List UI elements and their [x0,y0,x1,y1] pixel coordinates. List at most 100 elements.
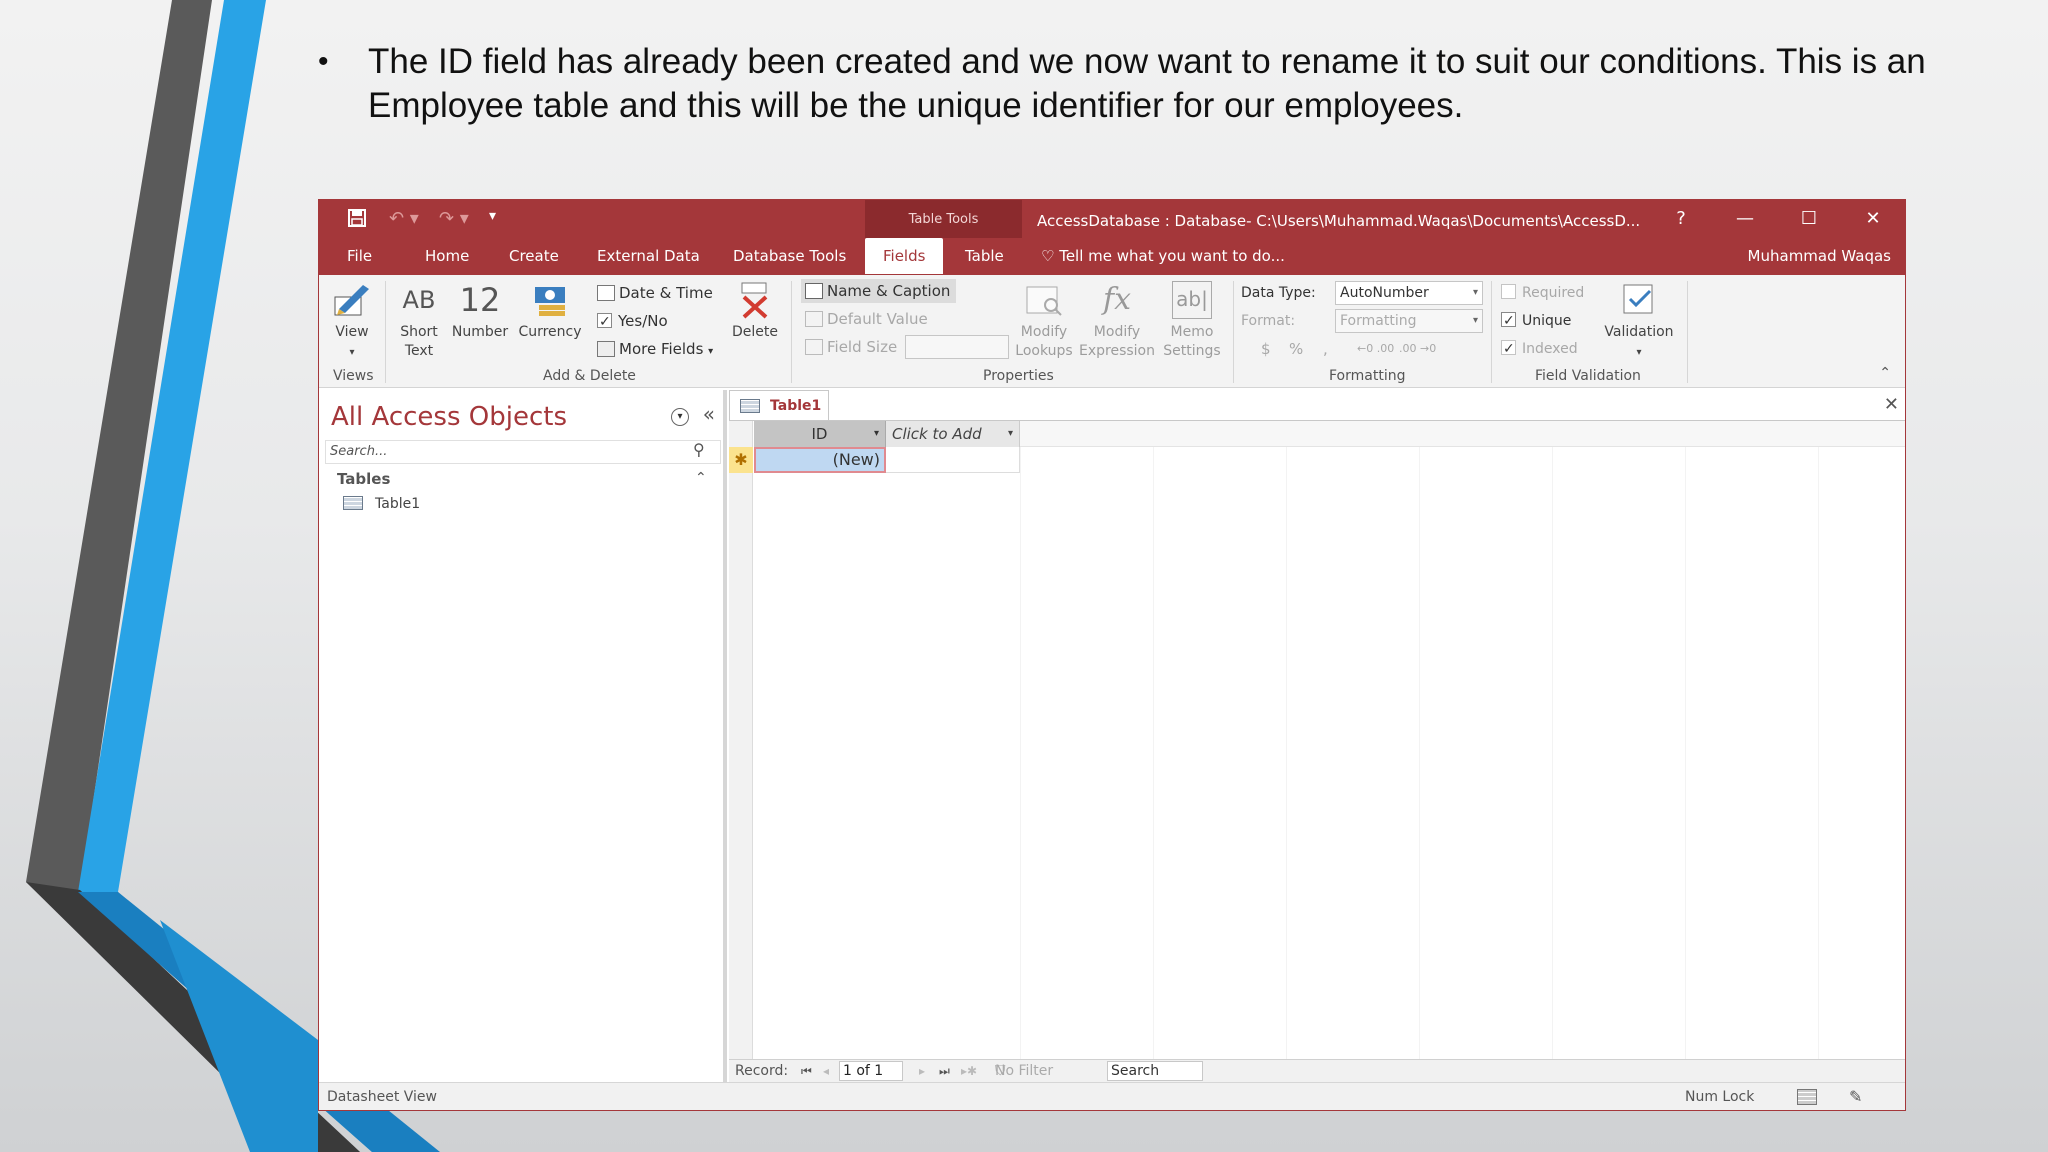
help-button[interactable]: ? [1661,206,1701,232]
percent-format-button[interactable]: % [1289,337,1303,361]
name-caption-button[interactable]: Name & Caption [801,279,957,303]
close-button[interactable]: ✕ [1853,206,1893,232]
tab-fields[interactable]: Fields [865,238,944,274]
currency-icon [535,287,565,316]
table-icon [740,399,760,413]
user-name[interactable]: Muhammad Waqas [1748,238,1891,274]
validation-label: Validation [1604,324,1674,340]
new-record-icon[interactable]: ✱ [729,447,753,473]
grid-line [1552,421,1553,1059]
format-select[interactable]: Formatting ▾ [1335,309,1483,333]
required-checkbox[interactable]: Required [1501,281,1584,305]
tab-file[interactable]: File [343,238,376,274]
next-record-icon[interactable]: ▸ [919,1060,925,1082]
save-icon[interactable] [347,208,367,233]
modify-expression-label: Modify Expression [1079,324,1155,359]
document-tab-table1[interactable]: Table1 [729,390,829,420]
group-field-validation-label: Field Validation [1535,368,1641,384]
currency-button[interactable]: Currency [515,281,585,342]
table-cell-empty[interactable] [886,447,1020,473]
tab-table[interactable]: Table [961,238,1008,274]
modify-lookups-label: Modify Lookups [1015,324,1073,359]
tab-database-tools[interactable]: Database Tools [729,238,850,274]
unique-checkbox[interactable]: Unique [1501,309,1571,333]
validation-button[interactable]: Validation ▾ [1599,281,1679,362]
chevron-down-icon[interactable]: ▾ [1008,421,1013,447]
date-time-button[interactable]: Date & Time [597,281,713,305]
nav-search-input[interactable]: Search... [325,440,721,464]
collapse-nav-icon[interactable]: « [703,402,715,426]
column-header-id[interactable]: ID ▾ [754,421,886,447]
ribbon-separator [791,281,792,383]
grid-line [1020,421,1021,1059]
ribbon: View ▾ Views AB Short Text 12 Number Cur… [319,275,1905,388]
comma-format-button[interactable]: , [1323,337,1328,361]
status-view-text: Datasheet View [327,1089,437,1105]
unique-label: Unique [1522,313,1572,329]
currency-format-button[interactable]: $ [1261,337,1271,361]
close-document-icon[interactable]: ✕ [1884,394,1899,415]
record-selector-column [729,421,753,1059]
number-button[interactable]: 12 Number [449,281,511,342]
search-icon[interactable]: ⚲ [693,440,705,459]
table-cell-id-new[interactable]: (New) [754,447,886,473]
tab-create[interactable]: Create [505,238,563,274]
checkbox-icon [1501,309,1516,333]
undo-icon[interactable]: ↶ ▾ [389,208,419,229]
record-label: Record: [735,1063,789,1079]
short-text-button[interactable]: AB Short Text [395,281,443,361]
field-size-input[interactable] [905,335,1009,359]
tell-me-search[interactable]: ♡ Tell me what you want to do... [1041,238,1285,274]
nav-group-tables[interactable]: Tables [337,470,390,488]
data-type-select[interactable]: AutoNumber ▾ [1335,281,1483,305]
navigation-pane: All Access Objects ▾ « Search... ⚲ Table… [323,390,727,1082]
maximize-button[interactable]: ☐ [1789,206,1829,232]
more-fields-label: More Fields [619,340,704,358]
customize-qat-icon[interactable]: ▾ [489,208,496,224]
more-fields-icon [597,341,615,357]
collapse-ribbon-icon[interactable]: ⌃ [1879,365,1891,381]
currency-label: Currency [518,324,582,340]
indexed-checkbox[interactable]: Indexed [1501,337,1578,361]
tab-external-data[interactable]: External Data [593,238,704,274]
collapse-group-icon[interactable]: ⌃ [695,470,707,486]
validation-icon [1623,284,1653,314]
group-properties-label: Properties [983,368,1054,384]
view-button[interactable]: View ▾ [325,281,379,362]
modify-lookups-button[interactable]: Modify Lookups [1013,281,1075,361]
no-filter-label: No Filter [995,1063,1054,1079]
grid-line [1419,421,1420,1059]
column-header-click-to-add[interactable]: Click to Add ▾ [886,421,1020,447]
datasheet-view-icon[interactable] [1797,1089,1817,1105]
nav-pane-title[interactable]: All Access Objects [331,402,567,432]
nav-item-table1[interactable]: Table1 [343,496,420,512]
memo-settings-button[interactable]: ab| Memo Settings [1159,281,1225,361]
group-views-label: Views [333,368,374,384]
delete-button[interactable]: Delete [729,281,781,342]
chevron-down-icon[interactable]: ▾ [874,421,879,447]
new-record-nav-icon[interactable]: ▸✱ [961,1060,977,1082]
default-value-button[interactable]: Default Value [801,307,928,331]
yes-no-button[interactable]: Yes/No [597,309,668,334]
first-record-icon[interactable]: ⏮ [801,1060,812,1082]
design-view-icon[interactable]: ✎ [1849,1083,1862,1110]
modify-expression-button[interactable]: fx Modify Expression [1079,281,1155,361]
decrease-decimals-button[interactable]: .00 →0 [1399,337,1436,361]
chevron-down-icon[interactable]: ▾ [671,408,689,426]
more-fields-button[interactable]: More Fields ▾ [597,337,713,361]
previous-record-icon[interactable]: ◂ [823,1060,829,1082]
required-label: Required [1522,285,1585,301]
redo-icon[interactable]: ↷ ▾ [439,208,469,229]
last-record-icon[interactable]: ⏭ [939,1060,950,1082]
increase-decimals-button[interactable]: ←0 .00 [1357,337,1394,361]
short-text-icon: AB [402,286,436,314]
chevron-down-icon: ▾ [1472,287,1478,298]
minimize-button[interactable]: — [1725,206,1765,232]
current-record-field[interactable]: 1 of 1 [839,1061,903,1081]
data-type-value: AutoNumber [1340,285,1429,301]
view-label: View [335,324,369,340]
tab-home[interactable]: Home [421,238,473,274]
datasheet-grid[interactable]: ID ▾ Click to Add ▾ ✱ (New) [729,421,1905,1059]
record-search-input[interactable]: Search [1107,1061,1203,1081]
grid-line [1153,421,1154,1059]
